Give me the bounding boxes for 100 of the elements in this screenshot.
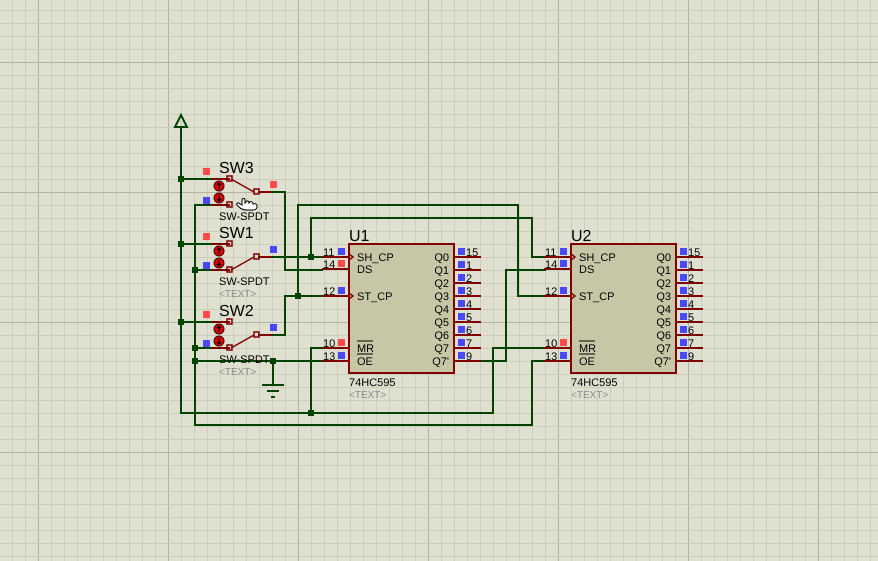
chip-body[interactable] — [348, 243, 455, 374]
pin-number: 5 — [688, 312, 694, 324]
pin-line — [454, 360, 481, 362]
text-placeholder-label: <TEXT> — [219, 367, 256, 378]
pin-line — [544, 295, 571, 297]
pin-name: Q2 — [656, 278, 671, 290]
pin-line — [454, 256, 481, 258]
pin-number: 2 — [466, 273, 472, 285]
pin-number: 4 — [688, 299, 694, 311]
pin-number: 7 — [688, 338, 694, 350]
pin-number: 3 — [466, 286, 472, 298]
pin-number: 1 — [688, 260, 694, 272]
pin-number: 1 — [466, 260, 472, 272]
pin-name: Q4 — [434, 304, 449, 316]
chip-label: U2 — [571, 228, 592, 245]
power-terminal-icon — [173, 114, 188, 133]
pin-number: 3 — [688, 286, 694, 298]
pin-name: OE — [578, 354, 596, 368]
pin-line — [676, 295, 703, 297]
pin-name: OE — [356, 354, 374, 368]
pin-line — [676, 308, 703, 310]
pin-name: Q7 — [656, 343, 671, 355]
pin-name: Q0 — [656, 252, 671, 264]
pin-name: ST_CP — [579, 291, 614, 303]
ground-symbol — [261, 384, 285, 398]
pin-number: 5 — [466, 312, 472, 324]
pin-name: Q3 — [656, 291, 671, 303]
pin-number: 15 — [688, 247, 700, 259]
pin-name: Q4 — [656, 304, 671, 316]
text-placeholder-label: <TEXT> — [219, 289, 256, 300]
chip-part-label: 74HC595 — [571, 377, 618, 389]
down-arrow-knob-icon[interactable] — [214, 258, 224, 268]
pin-number: 15 — [466, 247, 478, 259]
pin-number: 11 — [323, 247, 334, 259]
pin-name: Q3 — [434, 291, 449, 303]
pin-number: 4 — [466, 299, 472, 311]
pin-line — [676, 334, 703, 336]
pin-line — [454, 334, 481, 336]
pin-line — [676, 269, 703, 271]
switch-label: SW1 — [219, 225, 254, 242]
pin-name: Q6 — [434, 330, 449, 342]
up-arrow-knob-icon[interactable] — [214, 324, 224, 334]
pin-name: ST_CP — [357, 291, 392, 303]
pin-number: 9 — [466, 351, 472, 363]
switch-lever[interactable] — [226, 253, 260, 273]
switch-terminal-lines — [211, 178, 273, 206]
pin-line — [676, 321, 703, 323]
chip-part-label: 74HC595 — [349, 377, 396, 389]
pin-line — [544, 256, 571, 258]
pin-name: MR — [356, 340, 374, 355]
pin-number: 14 — [323, 259, 336, 271]
chip-body[interactable] — [570, 243, 677, 374]
pin-name: DS — [579, 264, 594, 276]
pin-name: Q7 — [434, 343, 449, 355]
pin-number: 9 — [688, 351, 694, 363]
pin-name: Q1 — [656, 265, 671, 277]
hand-cursor-icon — [236, 198, 258, 210]
pin-name: Q6 — [656, 330, 671, 342]
switch-lever[interactable] — [226, 331, 260, 351]
up-arrow-knob-icon[interactable] — [214, 180, 224, 192]
pin-name: MR — [578, 340, 596, 355]
pin-name: Q7' — [432, 356, 449, 368]
pin-number: 7 — [466, 338, 472, 350]
pin-line — [454, 282, 481, 284]
pin-name: Q5 — [434, 317, 449, 329]
pin-name: SH_CP — [579, 252, 616, 264]
contact-icon — [226, 318, 233, 325]
pin-name: Q2 — [434, 278, 449, 290]
down-arrow-knob-icon[interactable] — [214, 192, 224, 204]
pin-number: 13 — [323, 351, 336, 363]
pin-line — [454, 321, 481, 323]
switch-terminal-lines — [211, 243, 273, 271]
text-placeholder-label: <TEXT> — [571, 390, 608, 401]
pin-line — [454, 347, 481, 349]
pin-line — [676, 360, 703, 362]
switch-terminal-lines — [211, 321, 273, 349]
pin-line — [322, 256, 349, 258]
switch-model-label: SW-SPDT — [219, 211, 270, 223]
pin-line — [676, 347, 703, 349]
pin-name: Q5 — [656, 317, 671, 329]
switch-label: SW3 — [219, 160, 254, 177]
pin-name: Q7' — [654, 356, 671, 368]
pin-line — [454, 308, 481, 310]
pin-line — [322, 295, 349, 297]
pin-name: SH_CP — [357, 252, 394, 264]
pin-number: 6 — [688, 325, 694, 337]
switch-label: SW2 — [219, 303, 254, 320]
up-arrow-knob-icon[interactable] — [214, 246, 224, 256]
pin-number: 2 — [688, 273, 694, 285]
contact-icon — [226, 201, 233, 208]
pin-name: DS — [357, 264, 372, 276]
pin-number: 6 — [466, 325, 472, 337]
switch-model-label: SW-SPDT — [219, 276, 270, 288]
switch-lever[interactable] — [226, 175, 260, 195]
pin-line — [676, 256, 703, 258]
pin-number: 12 — [545, 286, 558, 298]
pin-number: 13 — [545, 351, 558, 363]
down-arrow-knob-icon[interactable] — [214, 336, 224, 346]
text-placeholder-label: <TEXT> — [349, 390, 386, 401]
pin-line — [676, 282, 703, 284]
